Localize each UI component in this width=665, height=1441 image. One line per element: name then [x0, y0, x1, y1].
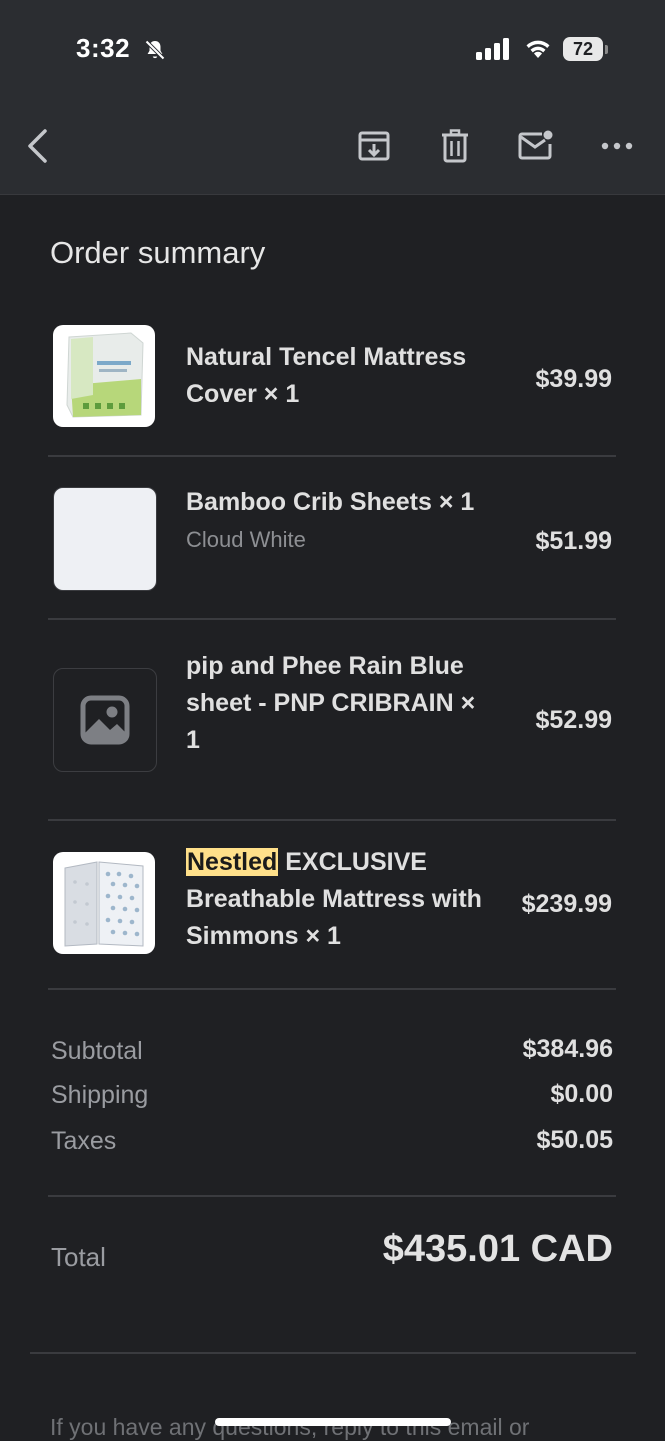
- back-button[interactable]: [20, 128, 56, 164]
- item-name: Bamboo Crib Sheets × 1 Cloud White: [186, 484, 486, 558]
- order-item: Natural Tencel Mattress Cover × 1 $39.99: [48, 325, 616, 429]
- product-image-mattress: [53, 852, 155, 954]
- order-item: Bamboo Crib Sheets × 1 Cloud White $51.9…: [48, 487, 616, 591]
- taxes-label: Taxes: [51, 1127, 117, 1155]
- divider: [48, 819, 616, 821]
- item-name: pip and Phee Rain Blue sheet - PNP CRIBR…: [186, 652, 476, 754]
- wifi-icon: [526, 40, 550, 58]
- section-divider: [30, 1352, 636, 1354]
- chevron-left-icon: [28, 129, 47, 163]
- subtotal-row: Subtotal $384.96: [51, 1035, 613, 1067]
- divider: [48, 455, 616, 457]
- battery-nub: [605, 45, 608, 54]
- item-price: $39.99: [535, 365, 612, 393]
- shipping-value: $0.00: [550, 1080, 613, 1108]
- order-item: pip and Phee Rain Blue sheet - PNP CRIBR…: [48, 652, 616, 772]
- subtotal-value: $384.96: [522, 1035, 613, 1063]
- divider: [48, 988, 616, 990]
- divider: [48, 618, 616, 620]
- battery-indicator: 72: [563, 37, 603, 61]
- bell-muted-icon: [145, 40, 165, 60]
- shipping-label: Shipping: [51, 1081, 149, 1109]
- divider: [48, 1195, 616, 1197]
- total-value: $435.01 CAD: [382, 1228, 613, 1270]
- more-horizontal-icon: [601, 142, 633, 150]
- archive-icon: [358, 131, 390, 161]
- product-image-mattress-cover: [53, 325, 155, 427]
- order-summary-title: Order summary: [50, 235, 266, 270]
- trash-icon: [442, 129, 468, 163]
- taxes-value: $50.05: [536, 1126, 613, 1154]
- mail-unread-icon: [518, 130, 553, 160]
- total-label: Total: [51, 1242, 106, 1272]
- subtotal-label: Subtotal: [51, 1037, 143, 1065]
- top-bar: 3:32 72: [0, 0, 665, 195]
- status-time: 3:32: [76, 33, 131, 63]
- order-item: Nestled EXCLUSIVE Breathable Mattress wi…: [48, 848, 616, 956]
- search-highlight: Nestled: [186, 848, 279, 876]
- product-image-crib-sheets: [53, 487, 157, 591]
- cellular-signal-icon: [476, 38, 509, 60]
- mark-unread-button[interactable]: [518, 128, 554, 164]
- item-name: Natural Tencel Mattress Cover × 1: [186, 343, 467, 408]
- item-price: $51.99: [535, 527, 612, 555]
- delete-button[interactable]: [437, 128, 473, 164]
- image-placeholder: [53, 668, 157, 772]
- taxes-row: Taxes $50.05: [51, 1126, 613, 1159]
- item-variant: Cloud White: [186, 527, 306, 552]
- archive-button[interactable]: [356, 128, 392, 164]
- item-price: $239.99: [521, 890, 612, 918]
- more-button[interactable]: [599, 128, 635, 164]
- home-indicator[interactable]: [215, 1418, 451, 1426]
- shipping-row: Shipping $0.00: [51, 1080, 613, 1113]
- item-price: $52.99: [535, 706, 612, 734]
- item-title: Bamboo Crib Sheets × 1: [186, 488, 475, 516]
- item-name: Nestled EXCLUSIVE Breathable Mattress wi…: [186, 844, 486, 955]
- image-placeholder-icon: [80, 695, 130, 745]
